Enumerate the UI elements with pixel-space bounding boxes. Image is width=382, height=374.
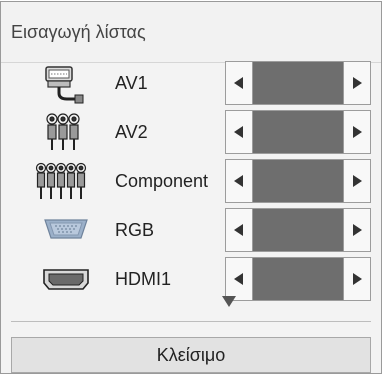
input-selector-av1[interactable]	[225, 61, 371, 105]
triangle-left-icon	[234, 126, 243, 138]
vga-connector-icon	[41, 216, 91, 252]
triangle-right-icon	[353, 77, 362, 89]
input-label-av1: AV1	[115, 73, 148, 93]
input-row-av1: AV1	[1, 61, 381, 105]
selector-left-arrow-button[interactable]	[226, 62, 253, 104]
input-label-component: Component	[115, 171, 209, 191]
triangle-right-icon	[353, 273, 362, 285]
selector-value	[253, 160, 343, 202]
triangle-left-icon	[234, 224, 243, 236]
triangle-left-icon	[234, 77, 243, 89]
selector-value	[253, 258, 343, 300]
triangle-right-icon	[353, 224, 362, 236]
selector-left-arrow-button[interactable]	[226, 111, 253, 153]
input-label-hdmi1: HDMI1	[115, 269, 172, 289]
selector-right-arrow-button[interactable]	[343, 209, 370, 251]
hdmi-port-icon	[41, 267, 91, 303]
selector-left-arrow-button[interactable]	[226, 258, 253, 300]
selector-right-arrow-button[interactable]	[343, 160, 370, 202]
selector-value	[253, 62, 343, 104]
input-row-hdmi1: HDMI1	[1, 257, 381, 301]
close-button[interactable]: Κλείσιμο	[11, 337, 371, 373]
scart-cable-icon	[41, 65, 91, 104]
triangle-right-icon	[353, 126, 362, 138]
triangle-down-icon	[222, 296, 236, 307]
triangle-left-icon	[234, 175, 243, 187]
selector-right-arrow-button[interactable]	[343, 62, 370, 104]
input-selector-av2[interactable]	[225, 110, 371, 154]
input-label-rgb: RGB	[115, 220, 155, 240]
input-selector-hdmi1[interactable]	[225, 257, 371, 301]
input-row-component: Component	[1, 159, 381, 203]
input-selector-rgb[interactable]	[225, 208, 371, 252]
triangle-left-icon	[234, 273, 243, 285]
selector-left-arrow-button[interactable]	[226, 160, 253, 202]
input-row-rgb: RGB	[1, 208, 381, 252]
selector-left-arrow-button[interactable]	[226, 209, 253, 251]
dialog-title-bar: Εισαγωγή λίστας	[1, 2, 381, 63]
triangle-right-icon	[353, 175, 362, 187]
input-selector-component[interactable]	[225, 159, 371, 203]
divider	[11, 321, 371, 322]
selector-right-arrow-button[interactable]	[343, 111, 370, 153]
selector-right-arrow-button[interactable]	[343, 258, 370, 300]
dialog-title: Εισαγωγή λίστας	[11, 22, 146, 42]
rca-av-cable-icon	[41, 112, 91, 150]
input-row-av2: AV2	[1, 110, 381, 154]
component-cable-icon	[33, 161, 93, 199]
selector-value	[253, 209, 343, 251]
scroll-down-indicator[interactable]	[222, 295, 236, 307]
input-list-dialog: Εισαγωγή λίστας AV1 AV2 Component RGB HD…	[0, 1, 382, 374]
input-label-av2: AV2	[115, 122, 148, 142]
selector-value	[253, 111, 343, 153]
